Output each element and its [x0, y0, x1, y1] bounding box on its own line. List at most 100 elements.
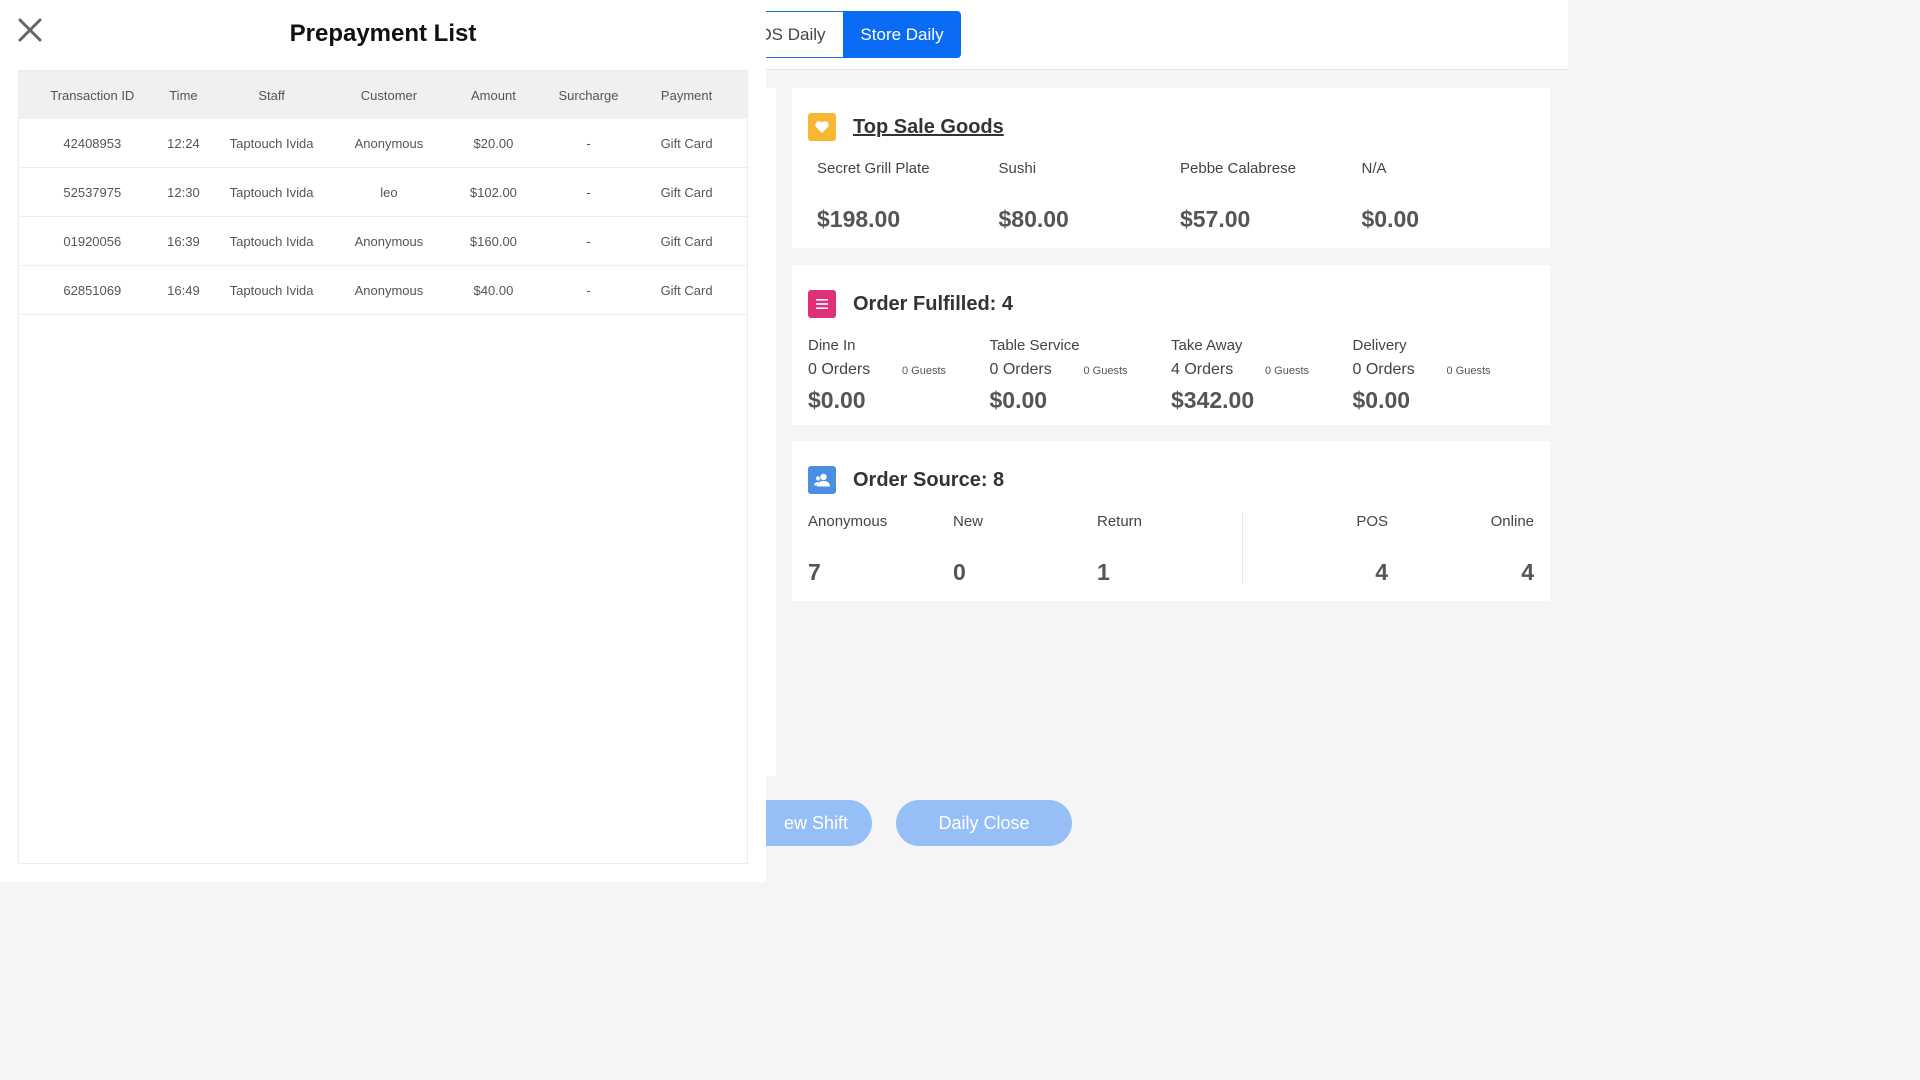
service-guests: 0 Guests — [1083, 365, 1128, 377]
service-amount: $0.00 — [989, 387, 1048, 413]
cell-surcharge: - — [586, 135, 591, 151]
list-icon — [808, 290, 836, 318]
list-item: Table Service 0 Orders 0 Guests $0.00 — [990, 337, 1172, 414]
table-row[interactable]: 62851069 16:49 Taptouch Ivida Anonymous … — [19, 266, 747, 315]
order-source-header: Order Source: 8 — [808, 466, 1004, 494]
cell-transaction-id: 62851069 — [63, 282, 122, 298]
table-header: Transaction ID Time Staff Customer Amoun… — [19, 71, 747, 119]
list-item: Secret Grill Plate $198.00 — [817, 160, 999, 233]
column-header: Amount — [471, 87, 516, 103]
good-name: Secret Grill Plate — [817, 160, 930, 177]
service-orders: 0 Orders — [1352, 361, 1415, 378]
cell-time: 12:24 — [167, 135, 200, 151]
source-label: Return — [1097, 513, 1143, 530]
cell-transaction-id: 01920056 — [63, 233, 122, 249]
tab-store-daily[interactable]: Store Daily — [843, 11, 961, 58]
cell-transaction-id: 42408953 — [63, 135, 122, 151]
order-fulfilled-list: Dine In 0 Orders 0 Guests $0.00 Table Se… — [808, 337, 1534, 414]
column-header: Time — [169, 87, 198, 103]
service-name: Dine In — [808, 337, 856, 354]
column-header: Transaction ID — [50, 87, 135, 103]
cell-staff: Taptouch Ivida — [229, 135, 314, 151]
top-sale-goods-header[interactable]: Top Sale Goods — [808, 113, 1004, 141]
top-sale-goods-title[interactable]: Top Sale Goods — [853, 116, 1004, 139]
table-row[interactable]: 42408953 12:24 Taptouch Ivida Anonymous … — [19, 119, 747, 168]
service-orders: 4 Orders — [1171, 361, 1234, 378]
cell-staff: Taptouch Ivida — [229, 184, 314, 200]
service-name: Take Away — [1171, 337, 1243, 354]
service-amount: $0.00 — [808, 387, 866, 413]
service-orders: 0 Orders — [989, 361, 1052, 378]
service-guests: 0 Guests — [1446, 365, 1491, 377]
order-fulfilled-header: Order Fulfilled: 4 — [808, 290, 1013, 318]
service-guests: 0 Guests — [902, 365, 947, 377]
list-item: N/A $0.00 — [1362, 160, 1544, 233]
source-divider — [1242, 513, 1243, 583]
list-item: Pebbe Calabrese $57.00 — [1180, 160, 1362, 233]
cell-payment: Gift Card — [660, 184, 713, 200]
prepayment-table: Transaction ID Time Staff Customer Amoun… — [18, 70, 748, 864]
good-amount: $57.00 — [1180, 206, 1251, 232]
prepayment-list-panel: Prepayment List Transaction ID Time Staf… — [0, 0, 766, 882]
cell-amount: $102.00 — [469, 184, 517, 200]
list-item: Dine In 0 Orders 0 Guests $0.00 — [808, 337, 990, 414]
table-row[interactable]: 52537975 12:30 Taptouch Ivida leo $102.0… — [19, 168, 747, 217]
service-amount: $342.00 — [1171, 387, 1255, 413]
source-value: 4 — [1521, 559, 1534, 585]
cell-amount: $20.00 — [473, 135, 514, 151]
order-source-card: Order Source: 8 Anonymous 7 New 0 Return… — [792, 441, 1550, 601]
cell-customer: Anonymous — [354, 282, 424, 298]
table-row[interactable]: 01920056 16:39 Taptouch Ivida Anonymous … — [19, 217, 747, 266]
source-value: 7 — [808, 559, 821, 585]
service-orders: 0 Orders — [808, 361, 871, 378]
list-item: Delivery 0 Orders 0 Guests $0.00 — [1353, 337, 1535, 414]
column-header: Customer — [360, 87, 418, 103]
daily-close-button[interactable]: Daily Close — [896, 800, 1072, 846]
top-sale-goods-card: Top Sale Goods Secret Grill Plate $198.0… — [792, 88, 1550, 248]
cell-customer: Anonymous — [354, 135, 424, 151]
good-amount: $0.00 — [1361, 206, 1420, 232]
list-item: Sushi $80.00 — [999, 160, 1181, 233]
service-amount: $0.00 — [1352, 387, 1411, 413]
cell-payment: Gift Card — [660, 233, 713, 249]
users-icon — [808, 466, 836, 494]
service-name: Table Service — [989, 337, 1080, 354]
cell-time: 16:39 — [167, 233, 200, 249]
cell-payment: Gift Card — [660, 282, 713, 298]
source-label: Anonymous — [808, 513, 888, 530]
source-value: 4 — [1375, 559, 1388, 585]
source-label: Online — [1490, 513, 1534, 530]
source-label: POS — [1356, 513, 1388, 530]
source-label: New — [953, 513, 984, 530]
column-header: Payment — [660, 87, 713, 103]
order-fulfilled-card: Order Fulfilled: 4 Dine In 0 Orders 0 Gu… — [792, 265, 1550, 425]
order-source-title: Order Source: 8 — [853, 468, 1005, 491]
source-value: 0 — [953, 559, 966, 585]
source-value: 1 — [1097, 559, 1110, 585]
cell-payment: Gift Card — [660, 135, 713, 151]
service-guests: 0 Guests — [1265, 365, 1310, 377]
cell-surcharge: - — [586, 282, 591, 298]
good-name: N/A — [1361, 160, 1387, 177]
cell-transaction-id: 52537975 — [63, 184, 122, 200]
good-amount: $80.00 — [998, 206, 1069, 232]
cell-time: 12:30 — [167, 184, 200, 200]
cell-surcharge: - — [586, 233, 591, 249]
column-header: Staff — [258, 87, 285, 103]
cell-staff: Taptouch Ivida — [229, 282, 314, 298]
cell-staff: Taptouch Ivida — [229, 233, 314, 249]
good-name: Pebbe Calabrese — [1180, 160, 1296, 177]
service-name: Delivery — [1352, 337, 1407, 354]
good-amount: $198.00 — [817, 206, 901, 232]
cell-time: 16:49 — [167, 282, 200, 298]
list-item: Take Away 4 Orders 0 Guests $342.00 — [1171, 337, 1353, 414]
page-title: Prepayment List — [289, 20, 477, 47]
cell-customer: leo — [380, 184, 398, 200]
top-sale-goods-list: Secret Grill Plate $198.00 Sushi $80.00 … — [817, 160, 1543, 233]
cell-amount: $160.00 — [469, 233, 517, 249]
heart-icon — [808, 113, 836, 141]
order-fulfilled-title: Order Fulfilled: 4 — [853, 292, 1014, 315]
cell-surcharge: - — [586, 184, 591, 200]
good-name: Sushi — [998, 160, 1037, 177]
cell-customer: Anonymous — [354, 233, 424, 249]
